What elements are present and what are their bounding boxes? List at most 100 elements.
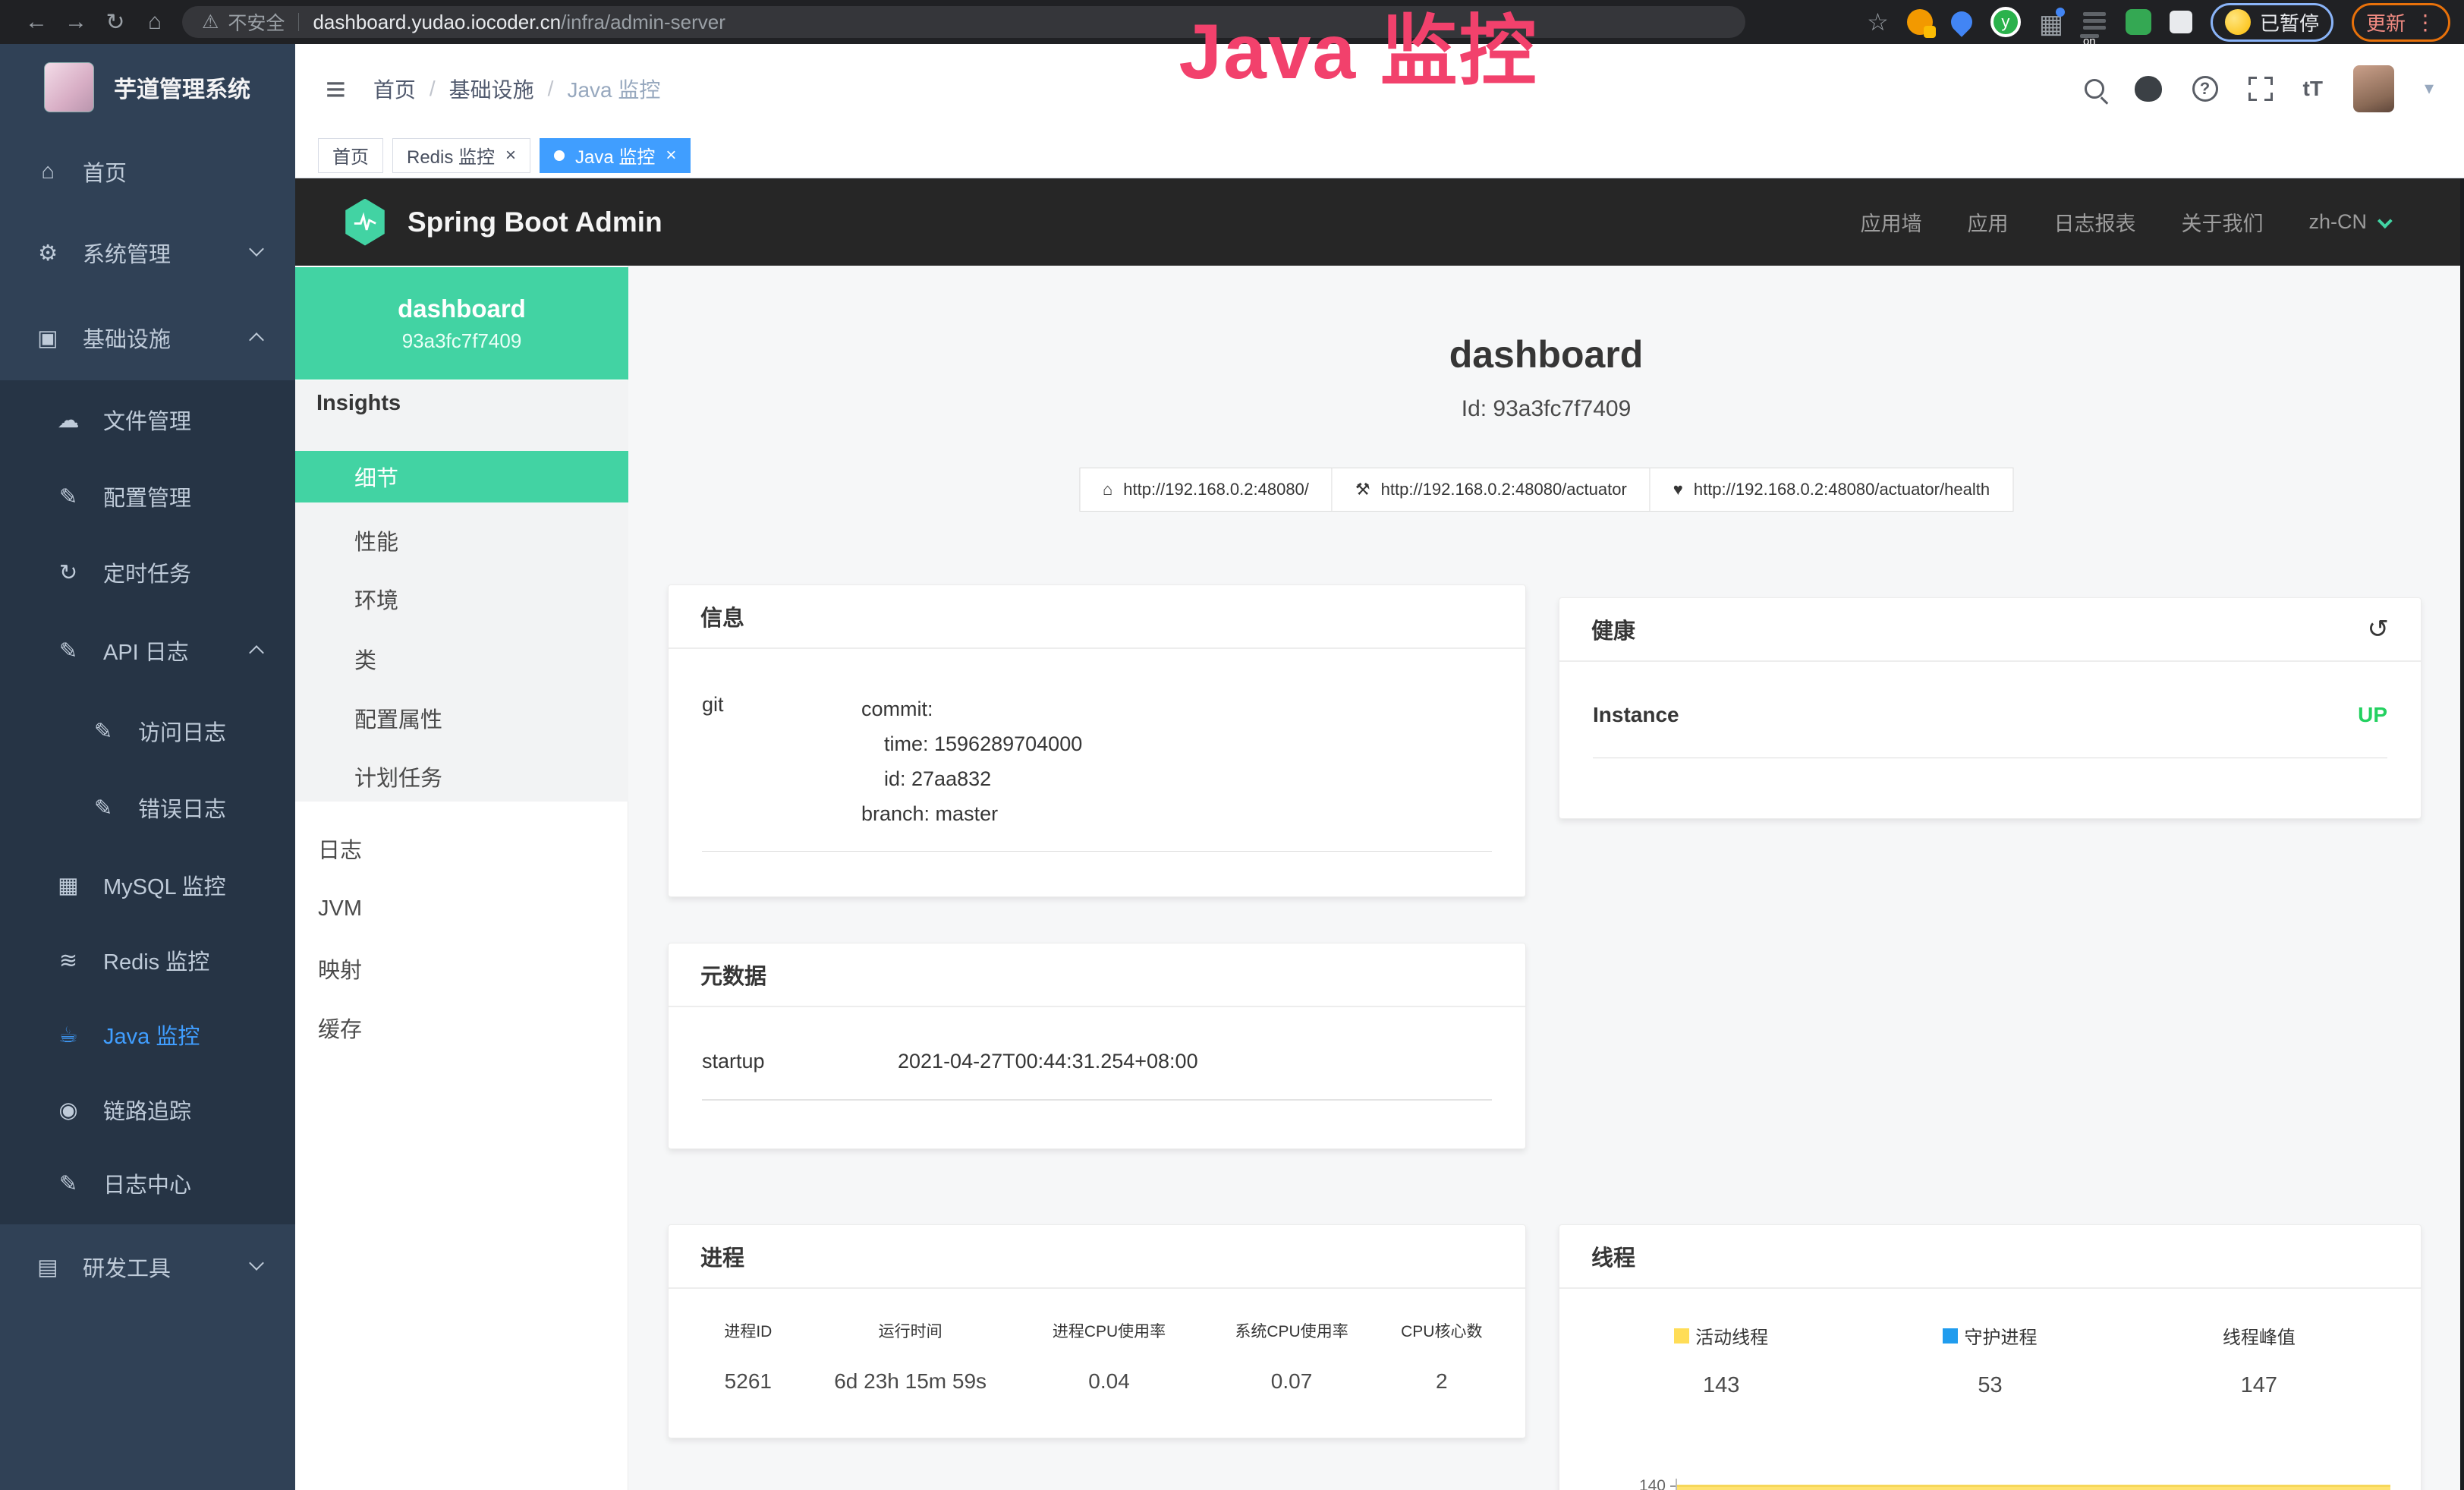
extension-icon[interactable]	[1907, 9, 1933, 35]
main-content: dashboard Id: 93a3fc7f7409 ⌂ http://192.…	[628, 266, 2464, 1490]
list-extension-icon[interactable]: on	[2082, 9, 2107, 35]
paused-badge[interactable]: 已暂停	[2211, 3, 2333, 42]
instance-menu-jvm[interactable]: JVM	[295, 883, 628, 934]
instance-menu-caches[interactable]: 缓存	[295, 1002, 628, 1054]
close-icon[interactable]: ×	[505, 145, 516, 166]
git-values: commit: time: 1596289704000 id: 27aa832 …	[861, 691, 1082, 831]
puzzle-extension-icon[interactable]	[2170, 11, 2192, 33]
breadcrumb-separator: /	[548, 77, 554, 101]
breadcrumb-current: Java 监控	[567, 74, 660, 104]
browser-menu-icon[interactable]: ⋮	[2415, 10, 2436, 35]
sidebar-item-config[interactable]: ✎ 配置管理	[0, 475, 295, 518]
process-table: 进程ID 运行时间 进程CPU使用率 系统CPU使用率 CPU核心数 5261 …	[691, 1319, 1503, 1394]
instance-menu-metrics[interactable]: 性能	[295, 515, 628, 566]
close-icon[interactable]: ×	[666, 145, 676, 166]
sba-nav-applications[interactable]: 应用	[1967, 207, 2008, 237]
pin-extension-icon[interactable]	[1946, 7, 1977, 37]
sidebar-item-log-center[interactable]: ✎ 日志中心	[0, 1162, 295, 1205]
health-url: http://192.168.0.2:48080/actuator/health	[1694, 480, 1990, 499]
metadata-card: 元数据 startup 2021-04-27T00:44:31.254+08:0…	[668, 943, 1526, 1149]
sidebar-item-label: 访问日志	[138, 715, 226, 747]
sba-nav-language[interactable]: zh-CN	[2308, 210, 2388, 234]
sba-nav: 应用墙 应用 日志报表 关于我们 zh-CN	[1860, 207, 2388, 237]
user-menu-caret-icon[interactable]: ▾	[2425, 77, 2434, 99]
sidebar-item-label: 文件管理	[103, 404, 191, 436]
url-path[interactable]: /infra/admin-server	[561, 11, 725, 34]
instance-menu-classes[interactable]: 类	[295, 633, 628, 685]
instance-menu-config-props[interactable]: 配置属性	[295, 692, 628, 744]
sba-nav-journal[interactable]: 日志报表	[2053, 207, 2135, 237]
back-icon[interactable]: ←	[17, 9, 56, 35]
legend-daemon-threads: 守护进程	[1855, 1322, 2124, 1349]
y-extension-icon[interactable]: y	[1990, 7, 2021, 37]
sidebar-item-mysql[interactable]: ▦ MySQL 监控	[0, 864, 295, 906]
sidebar-item-error-log[interactable]: ✎ 错误日志	[0, 786, 295, 829]
sba-nav-wallboard[interactable]: 应用墙	[1860, 207, 1921, 237]
font-size-icon[interactable]: tT	[2303, 77, 2323, 101]
instance-label: Instance	[1593, 703, 1679, 727]
sidebar-item-home[interactable]: ⌂ 首页	[0, 150, 295, 193]
tab-label: 首页	[332, 142, 369, 169]
url-host[interactable]: dashboard.yudao.iocoder.cn	[313, 11, 561, 34]
sidebar-item-redis[interactable]: ≋ Redis 监控	[0, 939, 295, 981]
sidebar-item-api-log[interactable]: ✎ API 日志	[0, 629, 295, 672]
green-extension-icon[interactable]	[2126, 9, 2151, 35]
sba-nav-about[interactable]: 关于我们	[2181, 207, 2263, 237]
live-threads-area	[1677, 1485, 2390, 1490]
sidebar-item-dev-tools[interactable]: ▤ 研发工具	[0, 1246, 295, 1288]
github-icon[interactable]	[2135, 76, 2162, 102]
sba-brand-title[interactable]: Spring Boot Admin	[408, 206, 662, 238]
history-icon[interactable]: ↺	[2368, 614, 2390, 644]
info-card-header: 信息	[669, 585, 1525, 649]
tab-home[interactable]: 首页	[318, 138, 383, 173]
browser-home-icon[interactable]: ⌂	[135, 9, 175, 35]
heart-icon: ♥	[1673, 480, 1683, 499]
grid-extension-icon[interactable]: ▦	[2039, 9, 2063, 35]
briefcase-icon: ▤	[33, 1254, 63, 1281]
update-button[interactable]: 更新 ⋮	[2352, 3, 2450, 42]
sidebar-item-file[interactable]: ☁ 文件管理	[0, 398, 295, 441]
instance-menu-mappings[interactable]: 映射	[295, 943, 628, 994]
instance-menu-scheduled-tasks[interactable]: 计划任务	[295, 751, 628, 802]
tab-java-monitor[interactable]: Java 监控 ×	[540, 138, 691, 173]
column-header: 进程ID	[691, 1319, 805, 1342]
sidebar-item-label: MySQL 监控	[103, 869, 226, 901]
sidebar-item-java[interactable]: ☕ Java 监控	[0, 1013, 295, 1056]
health-card-header: 健康 ↺	[1559, 598, 2421, 662]
collapse-sidebar-icon[interactable]: ≡	[326, 68, 346, 109]
startup-label: startup	[702, 1050, 898, 1073]
fullscreen-icon[interactable]	[2248, 77, 2273, 101]
instance-menu-details[interactable]: 细节	[295, 451, 628, 502]
card-title: 进程	[700, 1240, 744, 1272]
sidebar-item-trace[interactable]: ◉ 链路追踪	[0, 1088, 295, 1131]
instance-header[interactable]: dashboard 93a3fc7f7409	[295, 267, 628, 380]
bookmark-star-icon[interactable]: ☆	[1867, 8, 1889, 36]
help-icon[interactable]: ?	[2192, 76, 2218, 102]
tab-redis-monitor[interactable]: Redis 监控 ×	[392, 138, 530, 173]
service-url-button[interactable]: ⌂ http://192.168.0.2:48080/	[1079, 468, 1333, 512]
chevron-down-icon	[2377, 213, 2393, 228]
actuator-url-button[interactable]: ⚒ http://192.168.0.2:48080/actuator	[1333, 468, 1651, 512]
card-title: 健康	[1591, 613, 1635, 645]
breadcrumb-infra[interactable]: 基础设施	[449, 74, 534, 104]
sidebar-item-access-log[interactable]: ✎ 访问日志	[0, 710, 295, 752]
sidebar-item-infra[interactable]: ▣ 基础设施	[0, 317, 295, 359]
sidebar-item-label: 配置管理	[103, 480, 191, 512]
sidebar-item-system[interactable]: ⚙ 系统管理	[0, 232, 295, 274]
instance-menu-environment[interactable]: 环境	[295, 573, 628, 625]
git-commit-line: commit:	[861, 691, 1082, 726]
instance-menu-logs[interactable]: 日志	[295, 823, 628, 874]
sidebar-item-job[interactable]: ↻ 定时任务	[0, 551, 295, 594]
reload-icon[interactable]: ↻	[96, 9, 135, 36]
blue-legend-swatch	[1943, 1328, 1958, 1344]
not-secure-label[interactable]: 不安全	[228, 8, 285, 36]
yellow-legend-swatch	[1674, 1328, 1689, 1344]
search-icon[interactable]	[2085, 79, 2104, 99]
avatar[interactable]	[2353, 65, 2394, 112]
instance-health-row[interactable]: Instance UP	[1593, 703, 2387, 758]
app-brand[interactable]: 芋道管理系统	[44, 62, 250, 112]
git-branch-line: branch: master	[861, 796, 1082, 831]
forward-icon[interactable]: →	[56, 9, 96, 35]
breadcrumb-home[interactable]: 首页	[373, 74, 416, 104]
health-url-button[interactable]: ♥ http://192.168.0.2:48080/actuator/heal…	[1651, 468, 2013, 512]
